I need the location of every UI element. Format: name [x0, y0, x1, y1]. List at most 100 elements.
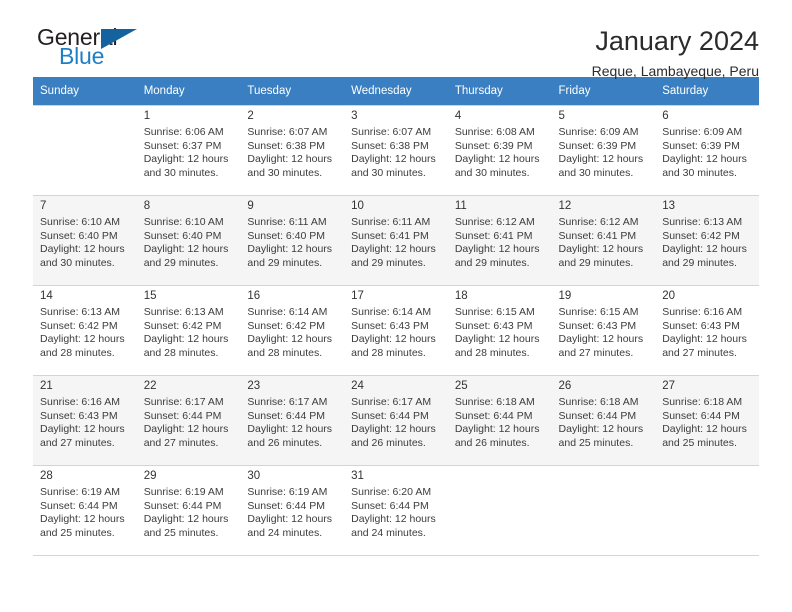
calendar-day-details: Sunrise: 6:19 AM Sunset: 6:44 PM Daylight:… [40, 486, 131, 540]
daylight-text-line2: and 30 minutes. [662, 166, 737, 179]
calendar-day-cell[interactable]: 20 Sunrise: 6:16 AM Sunset: 6:43 PM Dayligh… [655, 285, 759, 376]
daylight-text-line1: Daylight: 12 hours [40, 423, 125, 436]
calendar-day-cell[interactable]: 17 Sunrise: 6:14 AM Sunset: 6:43 PM Dayligh… [344, 285, 448, 376]
calendar-week-row: 1 Sunrise: 6:06 AM Sunset: 6:37 PM Daylight… [33, 105, 759, 196]
sunset-text: Sunset: 6:44 PM [40, 499, 118, 512]
sunset-text: Sunset: 6:44 PM [558, 409, 637, 422]
calendar-day-cell[interactable]: 11 Sunrise: 6:12 AM Sunset: 6:41 PM Dayligh… [447, 195, 552, 286]
calendar-day-number: 27 [662, 380, 676, 392]
calendar-day-cell[interactable]: 10 Sunrise: 6:11 AM Sunset: 6:41 PM Dayligh… [344, 195, 448, 286]
general-blue-logo[interactable]: General Blue [33, 26, 153, 74]
daylight-text-line1: Daylight: 12 hours [454, 243, 540, 256]
calendar-day-cell[interactable]: 14 Sunrise: 6:13 AM Sunset: 6:42 PM Dayligh… [33, 285, 137, 376]
daylight-text-line2: and 28 minutes. [247, 346, 323, 359]
calendar-day-cell[interactable]: 25 Sunrise: 6:18 AM Sunset: 6:44 PM Dayligh… [447, 375, 552, 466]
calendar-day-cell[interactable]: 22 Sunrise: 6:17 AM Sunset: 6:44 PM Dayligh… [136, 375, 241, 466]
calendar-day-number: 29 [143, 470, 157, 482]
calendar-day-cell[interactable]: 3 Sunrise: 6:07 AM Sunset: 6:38 PM Daylight… [344, 105, 448, 196]
daylight-text-line1: Daylight: 12 hours [558, 243, 644, 256]
calendar-day-number: 12 [558, 200, 572, 212]
calendar-day-number: 1 [143, 110, 151, 122]
calendar-day-details: Sunrise: 6:16 AM Sunset: 6:43 PM Daylight:… [40, 396, 131, 450]
sunset-text: Sunset: 6:42 PM [40, 319, 118, 332]
calendar-day-cell[interactable]: 16 Sunrise: 6:14 AM Sunset: 6:42 PM Dayligh… [240, 285, 345, 376]
sunset-text: Sunset: 6:44 PM [143, 409, 222, 422]
calendar-table: Sunday Monday Tuesday Wednesday Thursday… [33, 77, 759, 556]
calendar-day-content: 12 Sunrise: 6:12 AM Sunset: 6:41 PM Dayligh… [552, 196, 656, 285]
daylight-text-line2: and 24 minutes. [247, 526, 323, 539]
sunrise-text: Sunrise: 6:12 AM [558, 216, 639, 228]
daylight-text-line2: and 29 minutes. [558, 256, 634, 269]
sunrise-text: Sunrise: 6:18 AM [454, 396, 535, 408]
daylight-text-line2: and 25 minutes. [40, 526, 115, 539]
calendar-day-number: 24 [351, 380, 364, 392]
calendar-day-content: 30 Sunrise: 6:19 AM Sunset: 6:44 PM Dayligh… [240, 466, 344, 555]
calendar-day-details: Sunrise: 6:11 AM Sunset: 6:41 PM Daylight:… [351, 216, 442, 270]
daylight-text-line2: and 26 minutes. [351, 436, 426, 449]
calendar-day-cell[interactable]: 7 Sunrise: 6:10 AM Sunset: 6:40 PM Daylight… [33, 195, 137, 286]
calendar-day-cell[interactable]: 26 Sunrise: 6:18 AM Sunset: 6:44 PM Dayligh… [551, 375, 656, 466]
calendar-day-content: 19 Sunrise: 6:15 AM Sunset: 6:43 PM Dayligh… [552, 286, 656, 375]
calendar-day-cell[interactable]: 6 Sunrise: 6:09 AM Sunset: 6:39 PM Daylight… [655, 105, 759, 196]
daylight-text-line1: Daylight: 12 hours [662, 423, 747, 436]
sunset-text: Sunset: 6:43 PM [558, 319, 637, 332]
calendar-day-cell[interactable]: 27 Sunrise: 6:18 AM Sunset: 6:44 PM Dayligh… [655, 375, 759, 466]
calendar-day-content: 2 Sunrise: 6:07 AM Sunset: 6:38 PM Daylight… [240, 106, 344, 195]
calendar-day-cell[interactable]: 4 Sunrise: 6:08 AM Sunset: 6:39 PM Daylight… [447, 105, 552, 196]
calendar-day-number: 26 [558, 380, 572, 392]
calendar-day-cell[interactable]: 30 Sunrise: 6:19 AM Sunset: 6:44 PM Dayligh… [240, 465, 345, 556]
calendar-day-cell[interactable]: 13 Sunrise: 6:13 AM Sunset: 6:42 PM Dayligh… [655, 195, 759, 286]
sunrise-text: Sunrise: 6:11 AM [351, 216, 431, 228]
calendar-day-number [40, 110, 131, 123]
sunrise-text: Sunrise: 6:16 AM [662, 306, 743, 318]
calendar-day-cell[interactable]: 19 Sunrise: 6:15 AM Sunset: 6:43 PM Dayligh… [551, 285, 656, 376]
daylight-text-line2: and 24 minutes. [351, 526, 426, 539]
calendar-day-cell[interactable]: 29 Sunrise: 6:19 AM Sunset: 6:44 PM Dayligh… [136, 465, 241, 556]
calendar-day-cell[interactable]: 24 Sunrise: 6:17 AM Sunset: 6:44 PM Dayligh… [344, 375, 448, 466]
logo-text-blue: Blue [59, 43, 105, 69]
calendar-day-number: 14 [40, 290, 53, 302]
daylight-text-line1: Daylight: 12 hours [40, 513, 125, 526]
calendar-day-number: 13 [662, 200, 676, 212]
calendar-day-content: 1 Sunrise: 6:06 AM Sunset: 6:37 PM Daylight… [137, 106, 241, 195]
daylight-text-line1: Daylight: 12 hours [247, 153, 333, 166]
sunrise-text: Sunrise: 6:18 AM [662, 396, 743, 408]
sunset-text: Sunset: 6:37 PM [143, 139, 222, 152]
calendar-day-cell[interactable]: 23 Sunrise: 6:17 AM Sunset: 6:44 PM Dayligh… [240, 375, 345, 466]
calendar-day-cell[interactable]: 21 Sunrise: 6:16 AM Sunset: 6:43 PM Dayligh… [33, 375, 137, 466]
sunset-text: Sunset: 6:43 PM [40, 409, 118, 422]
calendar-day-content: 31 Sunrise: 6:20 AM Sunset: 6:44 PM Dayligh… [344, 466, 448, 555]
calendar-day-cell[interactable]: 31 Sunrise: 6:20 AM Sunset: 6:44 PM Dayligh… [344, 465, 448, 556]
sunset-text: Sunset: 6:41 PM [454, 229, 533, 242]
calendar-day-details: Sunrise: 6:13 AM Sunset: 6:42 PM Daylight:… [40, 306, 131, 360]
calendar-day-details: Sunrise: 6:10 AM Sunset: 6:40 PM Daylight:… [40, 216, 131, 270]
sunset-text: Sunset: 6:44 PM [247, 409, 326, 422]
calendar-day-content: 11 Sunrise: 6:12 AM Sunset: 6:41 PM Dayligh… [448, 196, 552, 285]
sunset-text: Sunset: 6:44 PM [662, 409, 740, 422]
calendar-day-cell[interactable]: 18 Sunrise: 6:15 AM Sunset: 6:43 PM Dayligh… [447, 285, 552, 376]
calendar-day-number [455, 470, 546, 483]
calendar-day-details: Sunrise: 6:20 AM Sunset: 6:44 PM Daylight:… [351, 486, 442, 540]
calendar-day-cell[interactable]: 28 Sunrise: 6:19 AM Sunset: 6:44 PM Dayligh… [33, 465, 137, 556]
calendar-week-row: 7 Sunrise: 6:10 AM Sunset: 6:40 PM Daylight… [33, 195, 759, 286]
calendar-day-cell[interactable]: 1 Sunrise: 6:06 AM Sunset: 6:37 PM Daylight… [136, 105, 241, 196]
calendar-day-cell[interactable]: 5 Sunrise: 6:09 AM Sunset: 6:39 PM Daylight… [551, 105, 656, 196]
calendar-day-cell[interactable]: 8 Sunrise: 6:10 AM Sunset: 6:40 PM Daylight… [136, 195, 241, 286]
daylight-text-line2: and 25 minutes. [662, 436, 737, 449]
calendar-day-number: 11 [454, 200, 467, 212]
calendar-day-cell[interactable]: 12 Sunrise: 6:12 AM Sunset: 6:41 PM Dayligh… [551, 195, 656, 286]
sunset-text: Sunset: 6:41 PM [558, 229, 637, 242]
calendar-day-content: 7 Sunrise: 6:10 AM Sunset: 6:40 PM Daylight… [33, 196, 137, 285]
calendar-day-cell-empty [551, 465, 656, 556]
weekday-header-sunday: Sunday [33, 77, 137, 106]
daylight-text-line2: and 29 minutes. [662, 256, 737, 269]
calendar-day-cell[interactable]: 15 Sunrise: 6:13 AM Sunset: 6:42 PM Dayligh… [136, 285, 241, 376]
calendar-day-cell[interactable]: 2 Sunrise: 6:07 AM Sunset: 6:38 PM Daylight… [240, 105, 345, 196]
sunrise-text: Sunrise: 6:17 AM [143, 396, 224, 408]
daylight-text-line1: Daylight: 12 hours [558, 423, 644, 436]
calendar-week-row: 14 Sunrise: 6:13 AM Sunset: 6:42 PM Dayligh… [33, 285, 759, 376]
weekday-header-monday: Monday [136, 77, 241, 106]
daylight-text-line2: and 27 minutes. [143, 436, 219, 449]
daylight-text-line2: and 27 minutes. [40, 436, 115, 449]
calendar-day-cell[interactable]: 9 Sunrise: 6:11 AM Sunset: 6:40 PM Daylight… [240, 195, 345, 286]
